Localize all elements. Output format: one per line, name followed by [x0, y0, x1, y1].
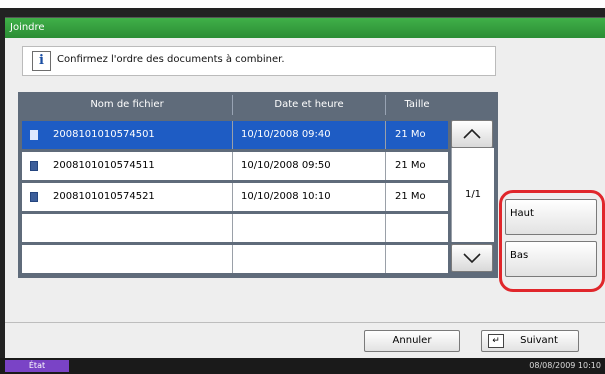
row-filename: 2008101010574501: [53, 129, 155, 140]
row-size: 21 Mo: [395, 129, 426, 140]
status-datetime: 08/08/2009 10:10: [529, 361, 601, 370]
cell-separator: [385, 214, 386, 242]
row-datetime: 10/10/2008 09:40: [241, 129, 331, 140]
scroll-down-button[interactable]: [451, 244, 493, 272]
column-header-size: Taille: [404, 99, 430, 110]
cell-separator: [385, 121, 386, 149]
row-size: 21 Mo: [395, 191, 426, 202]
cell-separator: [385, 183, 386, 211]
status-label[interactable]: État: [5, 360, 69, 372]
cell-separator: [232, 152, 233, 180]
row-filename: 2008101010574521: [53, 191, 155, 202]
highlight-ring: [499, 190, 605, 292]
table-row[interactable]: 2008101010574521 10/10/2008 10:10 21 Mo: [22, 183, 448, 211]
table-row[interactable]: 2008101010574511 10/10/2008 09:50 21 Mo: [22, 152, 448, 180]
title-bar: Joindre: [5, 18, 605, 38]
document-icon: [30, 192, 38, 202]
empty-row: [22, 245, 448, 273]
row-size: 21 Mo: [395, 160, 426, 171]
cell-separator: [232, 214, 233, 242]
enter-icon: ↵: [488, 334, 504, 348]
cell-separator: [385, 245, 386, 273]
status-bar: État 08/08/2009 10:10: [0, 358, 605, 374]
document-icon: [30, 161, 38, 171]
message-text: Confirmez l'ordre des documents à combin…: [57, 54, 285, 65]
cell-separator: [385, 152, 386, 180]
chevron-up-icon: [463, 128, 481, 139]
cancel-button[interactable]: Annuler: [364, 330, 460, 352]
table-row[interactable]: 2008101010574501 10/10/2008 09:40 21 Mo: [22, 121, 448, 149]
row-datetime: 10/10/2008 10:10: [241, 191, 331, 202]
file-table: Nom de fichier Date et heure Taille 2008…: [18, 92, 498, 278]
next-button[interactable]: ↵ Suivant: [481, 330, 579, 352]
chevron-down-icon: [463, 253, 481, 264]
window-title: Joindre: [10, 22, 45, 33]
row-filename: 2008101010574511: [53, 160, 155, 171]
column-header-datetime: Date et heure: [274, 99, 344, 110]
cell-separator: [232, 121, 233, 149]
empty-row: [22, 214, 448, 242]
next-label: Suivant: [520, 335, 558, 346]
pager: 1/1: [451, 120, 494, 272]
footer-divider: [5, 322, 605, 323]
cell-separator: [232, 245, 233, 273]
document-icon: [30, 130, 38, 140]
column-header-filename: Nom de fichier: [90, 99, 164, 110]
row-datetime: 10/10/2008 09:50: [241, 160, 331, 171]
scroll-up-button[interactable]: [451, 120, 493, 148]
message-box: i Confirmez l'ordre des documents à comb…: [22, 46, 496, 76]
page-indicator: 1/1: [451, 148, 494, 242]
cell-separator: [232, 183, 233, 211]
info-icon: i: [32, 51, 51, 71]
